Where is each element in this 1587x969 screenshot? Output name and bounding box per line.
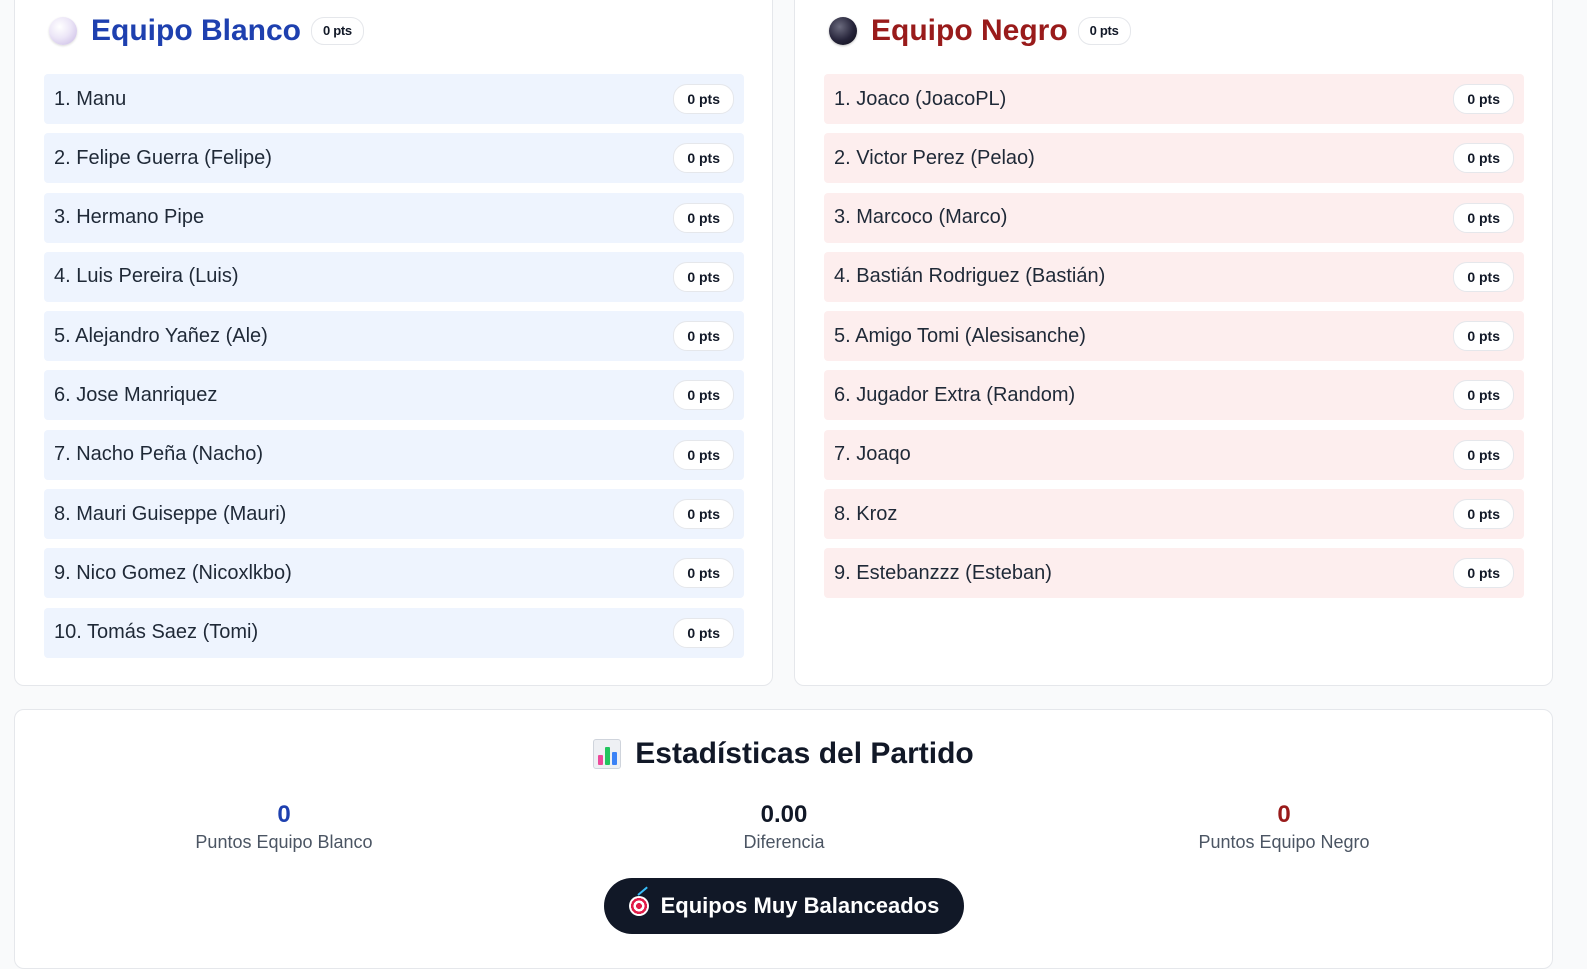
player-points-badge: 0 pts <box>673 321 734 352</box>
player-points-badge: 0 pts <box>1453 499 1514 530</box>
player-points-badge: 0 pts <box>673 202 734 233</box>
player-name: 8. Mauri Guiseppe (Mauri) <box>54 502 287 525</box>
player-points-badge: 0 pts <box>1453 143 1514 174</box>
player-points-badge: 0 pts <box>673 439 734 470</box>
stat-white-points-value: 0 <box>277 801 291 828</box>
team-white-card: Equipo Blanco 0 pts 1. Manu 0 pts 2. Feli… <box>14 0 773 686</box>
player-row: 3. Marcoco (Marco) 0 pts <box>824 192 1524 243</box>
team-white-player-list: 1. Manu 0 pts 2. Felipe Guerra (Felipe) 0 … <box>44 74 744 667</box>
player-name: 7. Nacho Peña (Nacho) <box>54 443 264 466</box>
player-points-badge: 0 pts <box>1453 202 1514 233</box>
stat-black-points-label: Puntos Equipo Negro <box>1198 832 1370 852</box>
player-row: 4. Luis Pereira (Luis) 0 pts <box>44 251 744 302</box>
team-black-player-list: 1. Joaco (JoacoPL) 0 pts 2. Victor Perez … <box>824 74 1524 608</box>
player-row: 1. Manu 0 pts <box>44 74 744 124</box>
player-name: 4. Bastián Rodriguez (Bastián) <box>834 265 1106 288</box>
player-row: 8. Kroz 0 pts <box>824 489 1524 540</box>
player-points-badge: 0 pts <box>1453 84 1514 114</box>
player-points-badge: 0 pts <box>673 261 734 292</box>
team-white-name: Equipo Blanco <box>91 14 301 47</box>
player-row: 9. Nico Gomez (Nicoxlkbo) 0 pts <box>44 548 744 599</box>
player-name: 5. Amigo Tomi (Alesisanche) <box>834 324 1086 347</box>
player-points-badge: 0 pts <box>673 143 734 174</box>
black-ball-icon <box>829 17 857 45</box>
team-black-total-badge: 0 pts <box>1077 17 1131 45</box>
player-points-badge: 0 pts <box>673 499 734 530</box>
player-row: 5. Alejandro Yañez (Ale) 0 pts <box>44 311 744 362</box>
player-name: 3. Hermano Pipe <box>54 206 205 229</box>
player-name: 2. Felipe Guerra (Felipe) <box>54 146 272 169</box>
player-name: 5. Alejandro Yañez (Ale) <box>54 324 268 347</box>
stat-black-points: 0 Puntos Equipo Negro <box>1084 800 1484 853</box>
player-name: 1. Joaco (JoacoPL) <box>834 87 1007 110</box>
player-name: 7. Joaqo <box>834 443 911 466</box>
player-name: 6. Jose Manriquez <box>54 383 218 406</box>
player-points-badge: 0 pts <box>1453 261 1514 292</box>
player-row: 10. Tomás Saez (Tomi) 0 pts <box>44 607 744 658</box>
match-stats-card: Estadísticas del Partido 0 Puntos Equipo… <box>14 709 1553 969</box>
player-row: 2. Felipe Guerra (Felipe) 0 pts <box>44 133 744 184</box>
stat-white-points-label: Puntos Equipo Blanco <box>195 832 373 852</box>
team-black-header: Equipo Negro 0 pts <box>829 13 1131 49</box>
white-ball-icon <box>49 17 77 45</box>
player-points-badge: 0 pts <box>673 380 734 411</box>
player-name: 8. Kroz <box>834 502 898 525</box>
player-points-badge: 0 pts <box>673 617 734 648</box>
player-name: 9. Estebanzzz (Esteban) <box>834 561 1052 584</box>
player-points-badge: 0 pts <box>673 558 734 589</box>
team-white-total-badge: 0 pts <box>311 17 364 45</box>
player-points-badge: 0 pts <box>1453 558 1514 589</box>
player-row: 7. Nacho Peña (Nacho) 0 pts <box>44 429 744 480</box>
team-white-header: Equipo Blanco 0 pts <box>49 13 364 49</box>
player-row: 9. Estebanzzz (Esteban) 0 pts <box>824 548 1524 599</box>
stats-header: Estadísticas del Partido <box>15 734 1552 774</box>
player-name: 1. Manu <box>54 87 127 110</box>
player-name: 6. Jugador Extra (Random) <box>834 383 1076 406</box>
player-row: 6. Jose Manriquez 0 pts <box>44 370 744 421</box>
stat-white-points: 0 Puntos Equipo Blanco <box>84 800 484 853</box>
player-row: 7. Joaqo 0 pts <box>824 429 1524 480</box>
player-points-badge: 0 pts <box>673 84 734 114</box>
player-name: 2. Victor Perez (Pelao) <box>834 146 1035 169</box>
player-row: 5. Amigo Tomi (Alesisanche) 0 pts <box>824 311 1524 362</box>
player-name: 9. Nico Gomez (Nicoxlkbo) <box>54 561 292 584</box>
player-row: 3. Hermano Pipe 0 pts <box>44 192 744 243</box>
player-row: 1. Joaco (JoacoPL) 0 pts <box>824 74 1524 124</box>
player-points-badge: 0 pts <box>1453 321 1514 352</box>
player-row: 8. Mauri Guiseppe (Mauri) 0 pts <box>44 489 744 540</box>
player-row: 6. Jugador Extra (Random) 0 pts <box>824 370 1524 421</box>
player-points-badge: 0 pts <box>1453 439 1514 470</box>
team-black-name: Equipo Negro <box>871 14 1068 47</box>
player-row: 2. Victor Perez (Pelao) 0 pts <box>824 133 1524 184</box>
stat-difference-value: 0.00 <box>760 801 808 828</box>
player-row: 4. Bastián Rodriguez (Bastián) 0 pts <box>824 251 1524 302</box>
target-icon <box>628 896 649 916</box>
player-name: 3. Marcoco (Marco) <box>834 206 1008 229</box>
bar-chart-icon <box>593 739 622 769</box>
stat-difference-label: Diferencia <box>743 832 825 852</box>
player-name: 4. Luis Pereira (Luis) <box>54 265 239 288</box>
team-black-card: Equipo Negro 0 pts 1. Joaco (JoacoPL) 0 p… <box>794 0 1553 686</box>
stat-black-points-value: 0 <box>1277 801 1291 828</box>
balance-status-label: Equipos Muy Balanceados <box>660 893 940 918</box>
player-name: 10. Tomás Saez (Tomi) <box>54 621 259 644</box>
player-points-badge: 0 pts <box>1453 380 1514 411</box>
stats-title: Estadísticas del Partido <box>635 737 974 770</box>
balance-status-badge: Equipos Muy Balanceados <box>604 878 964 934</box>
stat-difference: 0.00 Diferencia <box>584 800 984 853</box>
